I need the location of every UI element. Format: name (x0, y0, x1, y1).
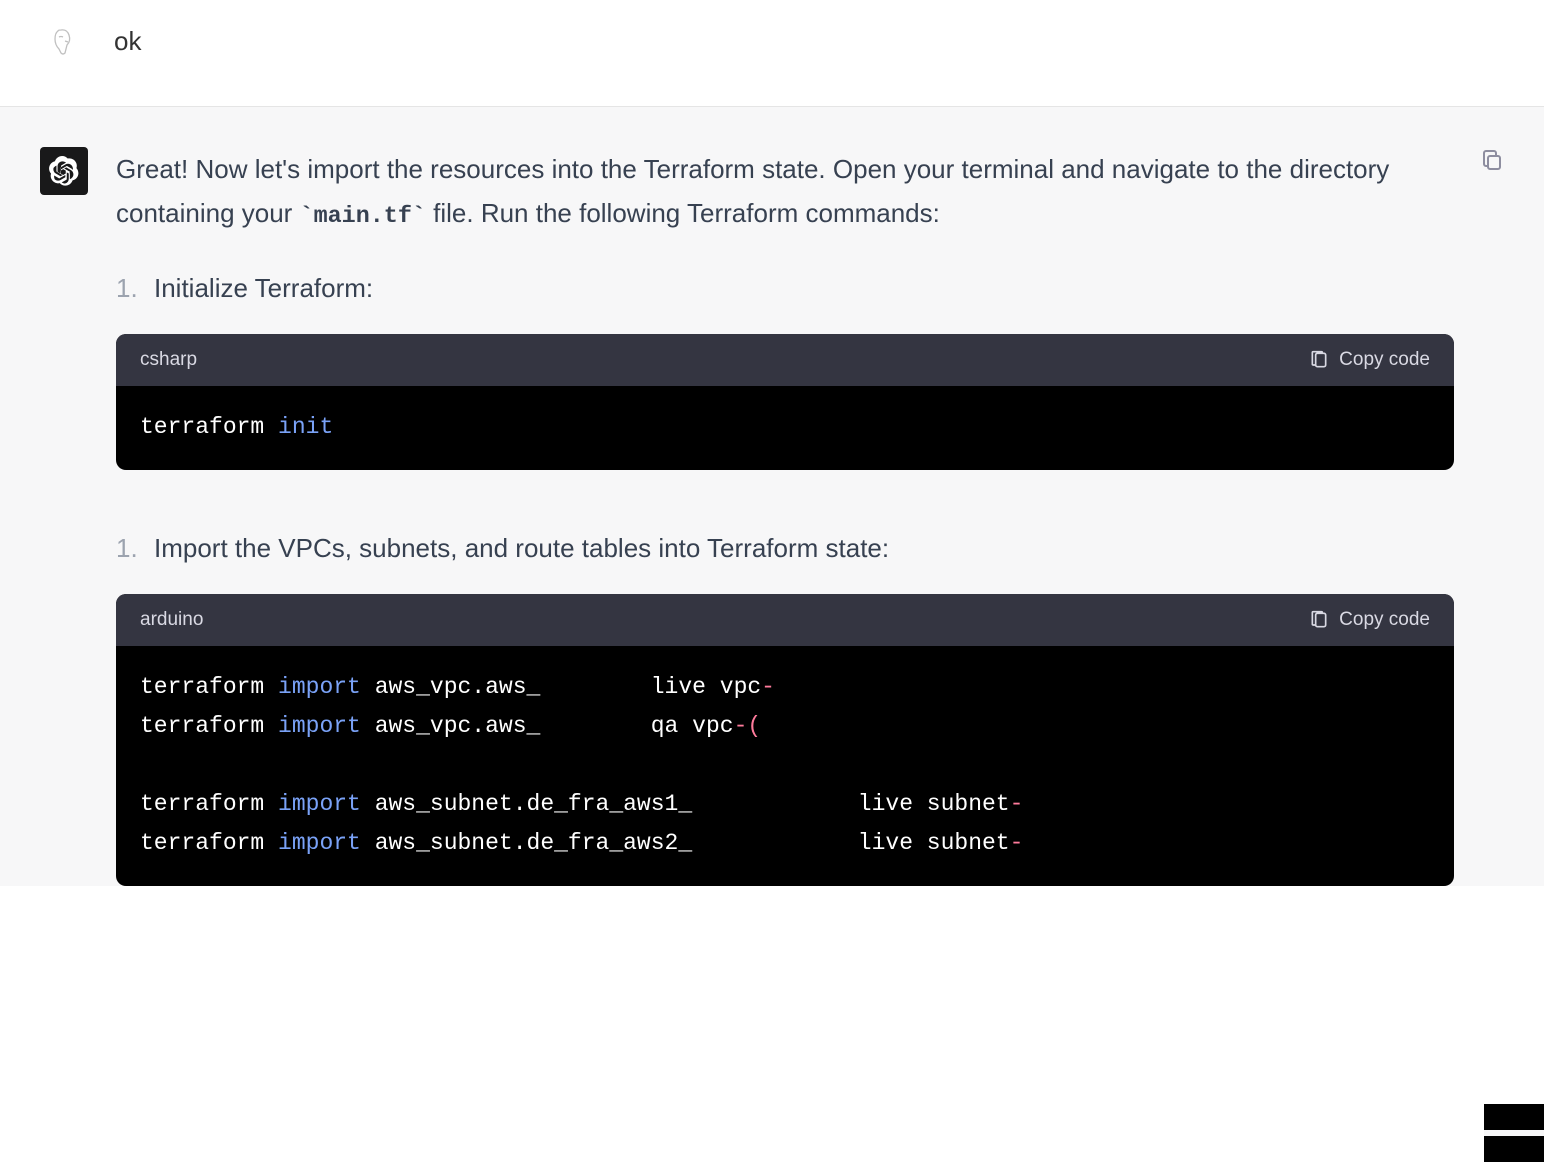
code-header-2: arduino Copy code (116, 594, 1454, 646)
copy-code-button-2[interactable]: Copy code (1309, 604, 1430, 636)
copy-code-label-1: Copy code (1339, 344, 1430, 376)
step-1-number: 1. (116, 266, 142, 310)
code-block-2: arduino Copy code terraform import aws_v… (116, 594, 1454, 886)
step-1: 1. Initialize Terraform: (116, 266, 1454, 310)
assistant-message-content: Great! Now let's import the resources in… (116, 147, 1504, 886)
assistant-intro-paragraph: Great! Now let's import the resources in… (116, 147, 1454, 238)
assistant-avatar (40, 147, 88, 195)
step-2-number: 1. (116, 526, 142, 570)
user-message-row: ok (0, 0, 1544, 106)
code-lang-1: csharp (140, 344, 197, 376)
user-message-text: ok (114, 20, 141, 61)
copy-code-label-2: Copy code (1339, 604, 1430, 636)
code-body-2[interactable]: terraform import aws_vpc.aws_ live vpc- … (116, 646, 1454, 885)
code-body-1[interactable]: terraform init (116, 386, 1454, 469)
intro-text-after: file. Run the following Terraform comman… (426, 198, 940, 228)
step-2-text: Import the VPCs, subnets, and route tabl… (154, 526, 889, 570)
code-lang-2: arduino (140, 604, 203, 636)
clipboard-icon (1309, 610, 1329, 630)
step-1-text: Initialize Terraform: (154, 266, 373, 310)
copy-code-button-1[interactable]: Copy code (1309, 344, 1430, 376)
copy-message-icon[interactable] (1480, 147, 1504, 171)
step-2: 1. Import the VPCs, subnets, and route t… (116, 526, 1454, 570)
code-header-1: csharp Copy code (116, 334, 1454, 386)
assistant-message-row: Great! Now let's import the resources in… (0, 106, 1544, 886)
scrollbar-overlay (1484, 1104, 1544, 1162)
user-avatar (40, 20, 86, 66)
code-block-1: csharp Copy code terraform init (116, 334, 1454, 469)
clipboard-icon (1309, 350, 1329, 370)
inline-code-main-tf: `main.tf` (300, 204, 426, 230)
